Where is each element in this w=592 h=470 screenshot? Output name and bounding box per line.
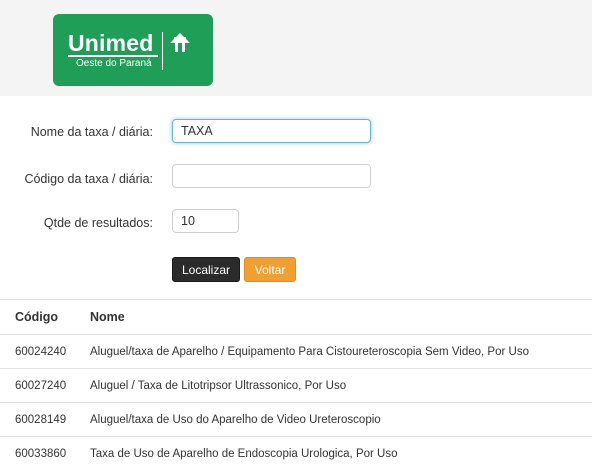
- unimed-tree-icon: [170, 33, 190, 52]
- header-bar: Unimed Oeste do Paraná: [0, 0, 592, 96]
- cell-codigo: 60027240: [15, 379, 67, 392]
- cell-nome: Aluguel/taxa de Aparelho / Equipamento P…: [90, 345, 529, 358]
- codigo-input[interactable]: [172, 164, 371, 188]
- results-table: Código Nome 60024240 Aluguel/taxa de Apa…: [0, 299, 592, 470]
- header-codigo: Código: [15, 310, 59, 324]
- table-row[interactable]: 60027240 Aluguel / Taxa de Litotripsor U…: [0, 368, 592, 402]
- cell-nome: Aluguel/taxa de Uso do Aparelho de Video…: [90, 413, 381, 426]
- logo-divider: [162, 32, 163, 70]
- cell-nome: Aluguel / Taxa de Litotripsor Ultrassoni…: [90, 379, 347, 392]
- logo-wordmark: Unimed: [68, 30, 154, 56]
- cell-codigo: 60033860: [15, 447, 67, 460]
- qtde-label: Qtde de resultados:: [43, 216, 153, 230]
- qtde-input[interactable]: [172, 209, 239, 233]
- nome-input[interactable]: [172, 119, 371, 143]
- table-row[interactable]: 60033860 Taxa de Uso de Aparelho de Endo…: [0, 436, 592, 470]
- table-row[interactable]: 60028149 Aluguel/taxa de Uso do Aparelho…: [0, 402, 592, 436]
- nome-label: Nome da taxa / diária:: [30, 125, 153, 139]
- codigo-label: Código da taxa / diária:: [24, 172, 153, 186]
- cell-codigo: 60028149: [15, 413, 67, 426]
- voltar-button[interactable]: Voltar: [244, 257, 296, 282]
- logo-underline: [68, 55, 158, 57]
- cell-nome: Taxa de Uso de Aparelho de Endoscopia Ur…: [90, 447, 398, 460]
- logo-region: Oeste do Paraná: [76, 58, 152, 69]
- table-row[interactable]: 60024240 Aluguel/taxa de Aparelho / Equi…: [0, 334, 592, 368]
- localizar-button[interactable]: Localizar: [172, 257, 240, 282]
- header-nome: Nome: [90, 310, 125, 324]
- cell-codigo: 60024240: [15, 345, 67, 358]
- table-header-row: Código Nome: [0, 299, 592, 334]
- unimed-logo[interactable]: Unimed Oeste do Paraná: [53, 14, 213, 86]
